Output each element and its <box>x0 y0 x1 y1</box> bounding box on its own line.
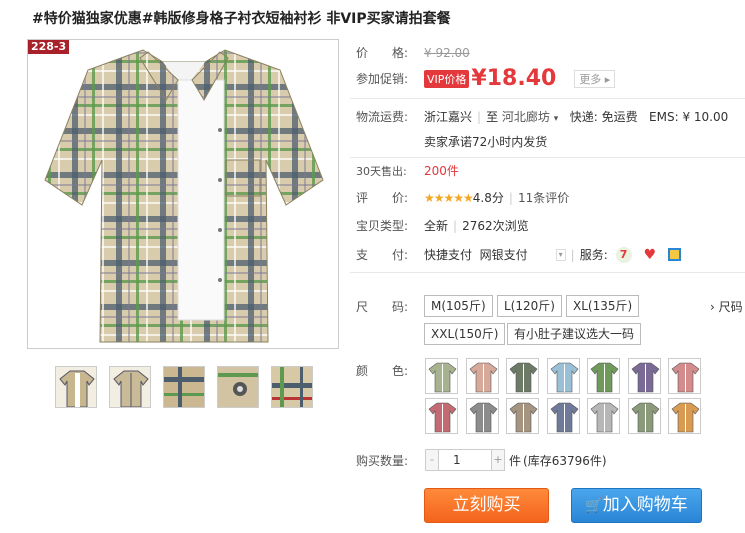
size-label-row: 尺 码: <box>356 298 424 315</box>
ship-promise: 卖家承诺72小时内发货 <box>424 135 548 149</box>
size-option-note[interactable]: 有小肚子建议选大一码 <box>507 323 642 345</box>
main-product-image[interactable]: 228-3 <box>27 39 339 349</box>
thumbnail-5[interactable] <box>271 366 313 408</box>
shipping-row: 物流运费: 浙江嘉兴 | 至 河北廊坊 ▾ 快递: 免运费 EMS: ¥ 10.… <box>356 108 729 125</box>
price-row: 价 格: ¥ 92.00 <box>356 44 470 61</box>
size-option-m[interactable]: M(105斤) <box>424 295 493 317</box>
color-swatch-4[interactable] <box>546 358 580 394</box>
thumbnail-2[interactable] <box>109 366 151 408</box>
invoice-icon[interactable] <box>668 248 682 261</box>
buy-now-button[interactable]: 立刻购买 <box>424 488 549 523</box>
add-to-cart-label: 加入购物车 <box>602 495 688 515</box>
rating-stars-icon: ★★★★★ <box>424 190 474 205</box>
color-swatch-13[interactable] <box>627 398 661 434</box>
rating-score: 4.8分 <box>472 191 504 205</box>
add-to-cart-button[interactable]: 🛒加入购物车 <box>571 488 702 523</box>
payment-row: 支 付: 快捷支付 网银支付 ▾ | 服务: 7 ♥ <box>356 246 682 263</box>
thumbnail-3[interactable] <box>163 366 205 408</box>
vip-badge: VIP价格 <box>424 69 470 88</box>
quantity-stepper: - 1 + 件 (库存63796件) <box>425 449 607 471</box>
stock-count: (库存63796件) <box>523 453 607 468</box>
quantity-decrease-button[interactable]: - <box>425 449 439 471</box>
express-fee: 快递: 免运费 <box>569 110 638 124</box>
color-swatch-12[interactable] <box>587 398 620 434</box>
ship-to-select[interactable]: 河北廊坊 ▾ <box>502 108 558 125</box>
color-swatch-5[interactable] <box>587 358 620 394</box>
quantity-unit: 件 <box>509 453 522 468</box>
cart-icon: 🛒 <box>585 498 603 514</box>
type-label: 宝贝类型: <box>356 219 409 233</box>
size-option-xxl[interactable]: XXL(150斤) <box>424 323 506 345</box>
color-swatch-6[interactable] <box>627 358 661 394</box>
rating-row: 评 价: ★★★★★ 4.8分 | 11条评价 <box>356 189 570 206</box>
sales-count: 200件 <box>424 164 459 178</box>
color-swatch-1[interactable] <box>425 358 458 394</box>
reviews-link[interactable]: 11条评价 <box>518 189 569 206</box>
guarantee-heart-icon[interactable]: ♥ <box>644 247 657 263</box>
service-label: 服务: <box>579 248 608 262</box>
promo-row: 参加促销: VIP价格 ¥ 18.40 更多 ▸ <box>356 66 616 91</box>
color-swatch-14[interactable] <box>668 398 701 434</box>
quantity-increase-button[interactable]: + <box>491 449 505 471</box>
size-chart-link[interactable]: › 尺码 <box>710 298 743 315</box>
bank-pay: 网银支付 <box>479 248 528 262</box>
color-swatch-3[interactable] <box>506 358 539 394</box>
ship-from: 浙江嘉兴 <box>424 110 473 124</box>
thumbnail-1[interactable] <box>55 366 97 408</box>
ship-to-prefix: 至 <box>486 110 499 124</box>
product-title: #特价猫独家优惠#韩版修身格子衬衣短袖衬衫 非VIP买家请拍套餐 <box>32 11 451 27</box>
rating-label: 评 价: <box>356 191 409 205</box>
seven-day-return-icon[interactable]: 7 <box>615 246 632 263</box>
color-swatch-9[interactable] <box>465 398 499 434</box>
size-option-l[interactable]: L(120斤) <box>497 295 562 317</box>
shipping-label: 物流运费: <box>356 110 409 124</box>
promo-label: 参加促销: <box>356 72 409 86</box>
type-row: 宝贝类型: 全新 | 2762次浏览 <box>356 218 529 234</box>
divider <box>350 272 745 273</box>
original-price: ¥ 92.00 <box>424 45 470 60</box>
chevron-down-icon: ▾ <box>553 114 559 124</box>
quantity-label-row: 购买数量: <box>356 452 424 469</box>
divider <box>350 98 745 99</box>
color-label-row: 颜 色: <box>356 362 424 379</box>
divider <box>350 157 745 158</box>
color-swatch-8[interactable] <box>425 398 458 434</box>
quick-pay: 快捷支付 <box>424 248 473 262</box>
quantity-input[interactable]: 1 <box>439 449 491 471</box>
color-swatch-7[interactable] <box>668 358 701 394</box>
price-label: 价 格: <box>356 46 409 60</box>
color-label: 颜 色: <box>356 364 409 378</box>
views-count: 2762次浏览 <box>462 219 529 233</box>
ems-fee: EMS: ¥ 10.00 <box>649 109 729 124</box>
more-promos-button[interactable]: 更多 ▸ <box>574 69 616 88</box>
payment-label: 支 付: <box>356 248 409 262</box>
size-option-xl[interactable]: XL(135斤) <box>566 295 640 317</box>
sales-label: 30天售出: <box>356 164 407 178</box>
color-swatch-10[interactable] <box>506 398 539 434</box>
color-swatch-2[interactable] <box>465 358 499 394</box>
thumbnail-strip <box>55 366 313 408</box>
quantity-label: 购买数量: <box>356 454 409 468</box>
promo-price: 18.40 <box>486 66 557 91</box>
thumbnail-4[interactable] <box>217 366 259 408</box>
type-value: 全新 <box>424 219 449 233</box>
color-swatch-11[interactable] <box>546 398 580 434</box>
plaid-shirt-image <box>44 49 324 343</box>
payment-dropdown-icon[interactable]: ▾ <box>555 248 566 261</box>
image-tag: 228-3 <box>28 40 70 54</box>
size-label: 尺 码: <box>356 300 409 314</box>
promo-currency: ¥ <box>471 66 487 91</box>
sales-row: 30天售出: 200件 <box>356 162 459 179</box>
